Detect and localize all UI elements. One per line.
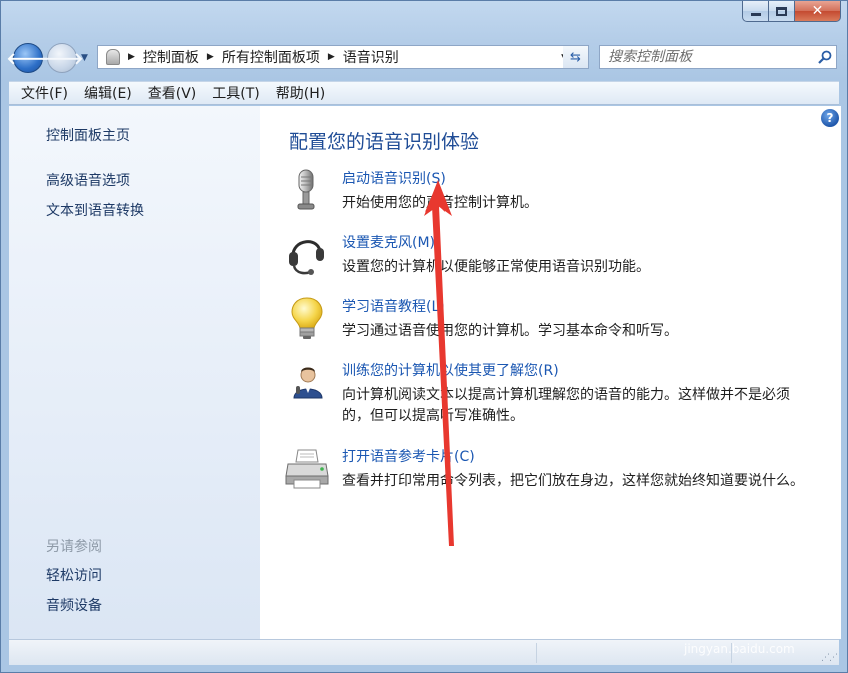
forward-arrow-icon: 🡒 bbox=[40, 49, 84, 68]
search-input[interactable] bbox=[600, 47, 814, 67]
search-box[interactable] bbox=[599, 45, 837, 69]
maximize-button[interactable] bbox=[769, 1, 795, 22]
control-panel-home-link[interactable]: 控制面板主页 bbox=[46, 125, 130, 145]
watermark-url: jingyan.baidu.com bbox=[684, 642, 795, 656]
status-divider bbox=[536, 643, 537, 663]
page-title: 配置您的语音识别体验 bbox=[289, 131, 480, 153]
search-icon[interactable] bbox=[814, 50, 836, 64]
minimize-icon bbox=[750, 12, 761, 16]
headset-icon bbox=[289, 240, 324, 275]
menu-file[interactable]: 文件(F) bbox=[13, 83, 76, 103]
maximize-icon bbox=[776, 6, 787, 16]
control-panel-window: ✕ 🡐 🡒 ▼ ▶ 控制面板 ▶ 所有控制面板项 ▶ 语音识别 ▼ ⇆ 文件(F… bbox=[0, 0, 848, 673]
watermark-brand-suffix: 经验 bbox=[752, 606, 812, 641]
train-computer-link[interactable]: 训练您的计算机以使其更了解您(R) bbox=[342, 360, 559, 380]
task-description: 查看并打印常用命令列表，把它们放在身边，这样您就始终知道要说什么。 bbox=[342, 473, 804, 489]
text-to-speech-link[interactable]: 文本到语音转换 bbox=[46, 200, 144, 220]
address-bar[interactable]: ▶ 控制面板 ▶ 所有控制面板项 ▶ 语音识别 ▼ bbox=[97, 45, 575, 69]
forward-button[interactable]: 🡒 bbox=[41, 43, 83, 73]
task-description: 开始使用您的声音控制计算机。 bbox=[342, 195, 538, 211]
breadcrumb-speech-recognition[interactable]: 语音识别 bbox=[343, 47, 399, 67]
task-pane: 控制面板主页 高级语音选项 文本到语音转换 另请参阅 轻松访问 音频设备 bbox=[9, 106, 260, 639]
audio-devices-link[interactable]: 音频设备 bbox=[46, 595, 102, 615]
ease-of-access-link[interactable]: 轻松访问 bbox=[46, 565, 102, 585]
breadcrumb-separator[interactable]: ▶ bbox=[128, 52, 135, 62]
minimize-button[interactable] bbox=[742, 1, 769, 22]
menu-view[interactable]: 查看(V) bbox=[140, 83, 205, 103]
refresh-icon: ⇆ bbox=[570, 49, 581, 65]
set-up-microphone-link[interactable]: 设置麦克风(M) bbox=[342, 232, 435, 252]
microphone-icon bbox=[297, 169, 315, 210]
menu-edit[interactable]: 编辑(E) bbox=[76, 83, 140, 103]
content-pane: ? 配置您的语音识别体验 启动语音识别(S) 开始使用您的声音控制计算机。 设置… bbox=[260, 106, 841, 639]
speech-tutorial-link[interactable]: 学习语音教程(L) bbox=[342, 296, 445, 316]
refresh-button[interactable]: ⇆ bbox=[563, 45, 589, 69]
task-description: 设置您的计算机以便能够正常使用语音识别功能。 bbox=[342, 259, 650, 275]
printer-icon bbox=[285, 449, 329, 489]
watermark-brand: Bai bbox=[648, 596, 716, 637]
menu-bar: 文件(F) 编辑(E) 查看(V) 工具(T) 帮助(H) bbox=[9, 81, 839, 105]
task-description: 向计算机阅读文本以提高计算机理解您的语音的能力。这样做并不是必须的，但可以提高听… bbox=[342, 387, 790, 424]
lightbulb-icon bbox=[291, 297, 323, 339]
task-description: 学习通过语音使用您的计算机。学习基本命令和听写。 bbox=[342, 323, 678, 339]
close-button[interactable]: ✕ bbox=[795, 1, 841, 22]
back-button[interactable]: 🡐 bbox=[7, 43, 49, 73]
help-icon[interactable]: ? bbox=[821, 109, 839, 127]
menu-help[interactable]: 帮助(H) bbox=[268, 83, 333, 103]
breadcrumb-separator[interactable]: ▶ bbox=[328, 52, 335, 62]
recent-pages-dropdown[interactable]: ▼ bbox=[81, 53, 88, 63]
breadcrumb-all-items[interactable]: 所有控制面板项 bbox=[222, 47, 320, 67]
advanced-speech-options-link[interactable]: 高级语音选项 bbox=[46, 170, 130, 190]
baidu-watermark: Bai 经验 jingyan.baidu.com bbox=[640, 590, 845, 670]
user-speaking-icon bbox=[293, 367, 323, 399]
see-also-heading: 另请参阅 bbox=[46, 539, 102, 555]
breadcrumb-control-panel[interactable]: 控制面板 bbox=[143, 47, 199, 67]
close-icon: ✕ bbox=[811, 3, 824, 19]
caption-buttons: ✕ bbox=[742, 1, 841, 22]
start-speech-recognition-link[interactable]: 启动语音识别(S) bbox=[342, 168, 446, 188]
reference-card-link[interactable]: 打开语音参考卡片(C) bbox=[342, 446, 475, 466]
breadcrumb-separator[interactable]: ▶ bbox=[207, 52, 214, 62]
microphone-icon bbox=[106, 49, 120, 65]
navigation-bar: 🡐 🡒 ▼ ▶ 控制面板 ▶ 所有控制面板项 ▶ 语音识别 ▼ ⇆ bbox=[7, 41, 837, 75]
menu-tools[interactable]: 工具(T) bbox=[204, 83, 267, 103]
